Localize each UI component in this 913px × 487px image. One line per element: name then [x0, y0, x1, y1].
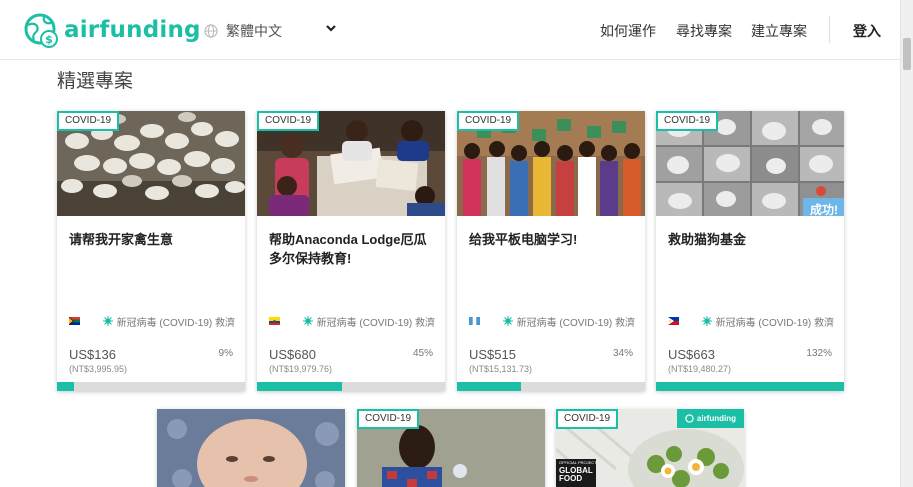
covid-tag: COVID-19	[357, 409, 420, 429]
guatemala-flag-icon	[469, 317, 480, 325]
project-title[interactable]: 帮助Anaconda Lodge厄瓜多尔保持教育!	[269, 230, 435, 268]
virus-icon	[102, 316, 113, 326]
project-card[interactable]: COVID-19 帮助Anaconda Lodge厄瓜多尔保持教育! 新冠病毒 …	[257, 111, 445, 391]
project-image-students[interactable]: COVID-19	[457, 111, 645, 216]
nav-find-projects[interactable]: 尋找專案	[676, 21, 732, 41]
south-africa-flag-icon	[69, 317, 80, 325]
svg-text:$: $	[45, 33, 53, 46]
raised-amount-ntd: (NT$19,480.27)	[668, 364, 732, 374]
airfunding-logo[interactable]: $ airfunding	[24, 12, 201, 48]
raised-amount: US$663	[668, 347, 715, 362]
funded-percent: 132%	[806, 348, 832, 359]
category-text: 新冠病毒 (COVID-19) 救濟	[715, 317, 834, 329]
top-nav-bar: $ airfunding 繁體中文 如何運作 尋找專案 建立專案 登入	[0, 0, 900, 60]
progress-fill	[457, 382, 521, 391]
raised-amount: US$515	[469, 347, 516, 362]
globe-dollar-logo-icon: $	[24, 13, 58, 48]
virus-icon	[502, 316, 513, 326]
poster-line-3: FOOD	[559, 474, 583, 483]
project-card[interactable]: COVID-19 成功! 救助猫狗基金 新冠病毒 (COVID-19) 救濟 U…	[656, 111, 844, 391]
raised-amount-ntd: (NT$15,131.73)	[469, 364, 533, 374]
raised-amount-ntd: (NT$3,995.95)	[69, 364, 128, 374]
funded-percent: 45%	[412, 348, 433, 359]
project-card[interactable]: COVID-19 airfunding OFFICIAL PROJECT GLO…	[556, 409, 744, 487]
raised-amount-ntd: (NT$19,979.76)	[269, 364, 333, 374]
project-title[interactable]: 救助猫狗基金	[668, 230, 834, 249]
project-title[interactable]: 请帮我开家禽生意	[69, 230, 235, 249]
poster-line-1: OFFICIAL PROJECT	[559, 460, 597, 465]
category-label: 新冠病毒 (COVID-19) 救濟	[302, 314, 435, 329]
page-scrollbar[interactable]	[900, 0, 913, 487]
covid-tag: COVID-19	[457, 111, 520, 131]
progress-fill	[57, 382, 74, 391]
globe-icon	[204, 24, 218, 38]
progress-bar	[457, 382, 645, 391]
category-text: 新冠病毒 (COVID-19) 救濟	[316, 317, 435, 329]
project-image-boy[interactable]: COVID-19	[357, 409, 545, 487]
raised-amount: US$680	[269, 347, 316, 362]
category-text: 新冠病毒 (COVID-19) 救濟	[516, 317, 635, 329]
logo-text: airfunding	[64, 17, 201, 43]
progress-bar	[57, 382, 245, 391]
project-image-food[interactable]: COVID-19 airfunding OFFICIAL PROJECT GLO…	[556, 409, 744, 487]
poster-text: OFFICIAL PROJECT GLOBAL FOOD	[559, 461, 597, 483]
project-meta: 新冠病毒 (COVID-19) 救濟	[269, 314, 435, 329]
airfunding-badge-text: airfunding	[696, 414, 736, 423]
project-image-children[interactable]: COVID-19	[257, 111, 445, 216]
project-meta: 新冠病毒 (COVID-19) 救濟	[469, 314, 635, 329]
nav-create-project[interactable]: 建立專案	[751, 21, 807, 41]
nav-how-it-works[interactable]: 如何運作	[600, 21, 656, 41]
progress-fill	[257, 382, 342, 391]
progress-bar	[656, 382, 844, 391]
category-text: 新冠病毒 (COVID-19) 救濟	[116, 317, 235, 329]
language-selector[interactable]: 繁體中文	[204, 21, 336, 41]
nav-divider	[829, 16, 830, 43]
covid-tag: COVID-19	[57, 111, 120, 131]
project-image-chickens[interactable]: COVID-19	[57, 111, 245, 216]
progress-bar	[257, 382, 445, 391]
funded-percent: 34%	[612, 348, 633, 359]
progress-fill	[656, 382, 844, 391]
ecuador-flag-icon	[269, 317, 280, 325]
featured-projects-title: 精選專案	[57, 71, 134, 92]
philippines-flag-icon	[668, 317, 679, 325]
login-link[interactable]: 登入	[853, 21, 881, 41]
project-image-baby[interactable]	[157, 409, 345, 487]
project-meta: 新冠病毒 (COVID-19) 救濟	[69, 314, 235, 329]
raised-amount: US$136	[69, 347, 116, 362]
covid-tag: COVID-19	[656, 111, 719, 131]
baby-photo	[157, 409, 345, 487]
chevron-down-icon[interactable]	[324, 21, 338, 35]
project-title[interactable]: 给我平板电脑学习!	[469, 230, 635, 249]
project-card[interactable]	[157, 409, 345, 487]
project-meta: 新冠病毒 (COVID-19) 救濟	[668, 314, 834, 329]
category-label: 新冠病毒 (COVID-19) 救濟	[701, 314, 834, 329]
virus-icon	[302, 316, 313, 326]
project-card[interactable]: COVID-19	[357, 409, 545, 487]
scrollbar-thumb[interactable]	[903, 38, 911, 70]
airfunding-badge: airfunding	[676, 409, 744, 428]
logo-mini-icon	[685, 414, 694, 423]
project-card[interactable]: COVID-19 给我平板电脑学习! 新冠病毒 (COVID-19) 救濟 US…	[457, 111, 645, 391]
project-image-cats-dogs[interactable]: COVID-19 成功!	[656, 111, 844, 216]
funded-percent: 9%	[218, 348, 233, 359]
success-badge: 成功!	[803, 198, 844, 216]
covid-tag: COVID-19	[556, 409, 619, 429]
project-card[interactable]: COVID-19 请帮我开家禽生意 新冠病毒 (COVID-19) 救濟 US$…	[57, 111, 245, 391]
category-label: 新冠病毒 (COVID-19) 救濟	[102, 314, 235, 329]
language-label: 繁體中文	[226, 23, 282, 39]
virus-icon	[701, 316, 712, 326]
category-label: 新冠病毒 (COVID-19) 救濟	[502, 314, 635, 329]
covid-tag: COVID-19	[257, 111, 320, 131]
